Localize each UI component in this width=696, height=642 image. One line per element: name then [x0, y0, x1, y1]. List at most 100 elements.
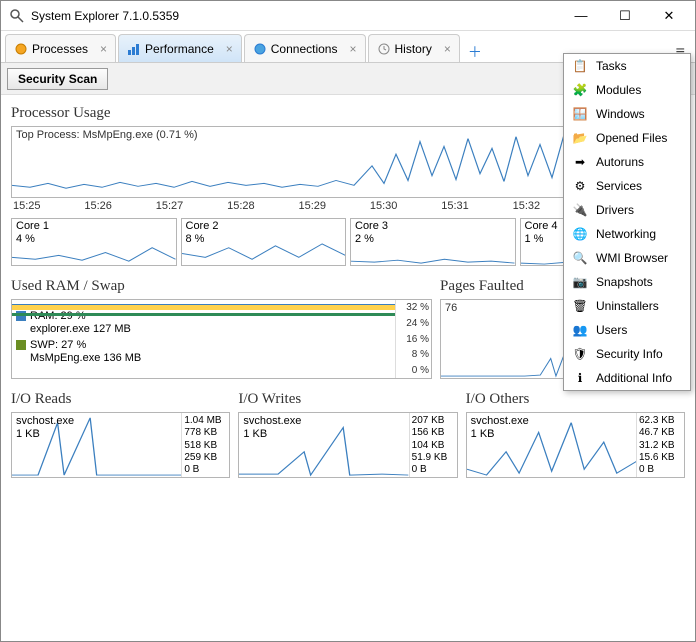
gear-icon — [14, 42, 28, 56]
io-chart: svchost.exe1 KB 62.3 KB46.7 KB31.2 KB15.6… — [466, 412, 685, 478]
x-tick: 15:31 — [441, 200, 469, 212]
menu-item-uninstallers[interactable]: 🗑 Uninstallers — [564, 294, 690, 318]
menu-label: Snapshots — [596, 275, 653, 289]
tab-close-icon[interactable]: × — [226, 42, 233, 56]
menu-label: Networking — [596, 227, 656, 241]
pages-current: 76 — [445, 302, 457, 314]
menu-label: WMI Browser — [596, 251, 668, 265]
menu-icon: 📷 — [572, 274, 588, 290]
io-others-block: I/O Otherssvchost.exe1 KB62.3 KB46.7 KB3… — [466, 387, 685, 478]
io-reads-block: I/O Reads svchost.exe1 KB 1.04 MB778 KB518… — [11, 387, 230, 478]
tab-close-icon[interactable]: × — [444, 42, 451, 56]
menu-icon: 📂 — [572, 130, 588, 146]
core-name: Core 4 — [525, 220, 558, 232]
menu-item-autoruns[interactable]: ➡ Autoruns — [564, 150, 690, 174]
security-scan-button[interactable]: Security Scan — [7, 68, 108, 90]
menu-item-users[interactable]: 👥Users — [564, 318, 690, 342]
clock-icon — [377, 42, 391, 56]
menu-label: Windows — [596, 107, 645, 121]
core-value: 8 % — [186, 233, 205, 245]
io-title: I/O Reads — [11, 391, 230, 408]
menu-label: Additional Info — [596, 371, 672, 385]
add-tab-button[interactable]: ＋ — [462, 42, 488, 62]
core-chart: Core 14 % — [11, 218, 177, 266]
titlebar: System Explorer 7.1.0.5359 — ☐ ✕ — [1, 1, 695, 31]
menu-icon: 🧩 — [572, 82, 588, 98]
window-title: System Explorer 7.1.0.5359 — [31, 9, 559, 23]
tab-history[interactable]: History × — [368, 34, 460, 62]
menu-item-additional-info[interactable]: ℹ Additional Info — [564, 366, 690, 390]
menu-label: Modules — [596, 83, 641, 97]
core-value: 1 % — [525, 233, 544, 245]
x-tick: 15:30 — [370, 200, 398, 212]
ram-top-process: explorer.exe 127 MB — [30, 323, 391, 335]
x-tick: 15:27 — [156, 200, 184, 212]
menu-icon: ℹ — [572, 370, 588, 386]
top-process-label: Top Process: MsMpEng.exe (0.71 %) — [16, 129, 198, 141]
menu-icon: 🔍 — [572, 250, 588, 266]
io-scale: 1.04 MB778 KB518 KB259 KB0 B — [181, 413, 229, 477]
menu-icon: 🛡 — [572, 346, 588, 362]
menu-label: Uninstallers — [596, 299, 659, 313]
ram-block: Used RAM / Swap RAM: 29 % explorer.exe 1… — [11, 274, 432, 379]
menu-item-opened-files[interactable]: 📂 Opened Files — [564, 126, 690, 150]
x-tick: 15:28 — [227, 200, 255, 212]
menu-item-security-info[interactable]: 🛡Security Info — [564, 342, 690, 366]
menu-item-tasks[interactable]: 📋 Tasks — [564, 54, 690, 78]
tab-performance[interactable]: Performance × — [118, 34, 242, 62]
chart-icon — [127, 42, 141, 56]
app-icon — [9, 8, 25, 24]
maximize-button[interactable]: ☐ — [603, 2, 647, 30]
menu-icon: 👥 — [572, 322, 588, 338]
core-value: 4 % — [16, 233, 35, 245]
menu-label: Opened Files — [596, 131, 667, 145]
menu-item-services[interactable]: ⚙Services — [564, 174, 690, 198]
menu-item-drivers[interactable]: 🔌 Drivers — [564, 198, 690, 222]
menu-icon: 🔌 — [572, 202, 588, 218]
io-chart: svchost.exe1 KB207 KB156 KB104 KB51.9 KB… — [238, 412, 457, 478]
x-tick: 15:29 — [299, 200, 327, 212]
swap-label: SWP: 27 % — [30, 339, 86, 351]
menu-item-networking[interactable]: 🌐Networking — [564, 222, 690, 246]
ram-chart: RAM: 29 % explorer.exe 127 MB SWP: 27 % … — [11, 299, 432, 379]
ram-label: RAM: 29 % — [30, 310, 86, 322]
menu-item-wmi-browser[interactable]: 🔍 WMI Browser — [564, 246, 690, 270]
menu-icon: ➡ — [572, 154, 588, 170]
swap-bar — [12, 313, 395, 316]
io-value: 1 KB — [471, 428, 495, 440]
close-button[interactable]: ✕ — [647, 2, 691, 30]
menu-item-snapshots[interactable]: 📷 Snapshots — [564, 270, 690, 294]
swap-top-process: MsMpEng.exe 136 MB — [30, 352, 391, 364]
io-value: 1 KB — [16, 428, 40, 440]
menu-label: Drivers — [596, 203, 634, 217]
tab-processes[interactable]: Processes × — [5, 34, 116, 62]
io-scale: 62.3 KB46.7 KB31.2 KB15.6 KB0 B — [636, 413, 684, 477]
tab-label: Connections — [271, 42, 338, 56]
menu-item-modules[interactable]: 🧩 Modules — [564, 78, 690, 102]
io-process: svchost.exe — [243, 415, 301, 427]
menu-icon: ⚙ — [572, 178, 588, 194]
menu-icon: 🗑 — [572, 298, 588, 314]
tab-label: Performance — [145, 42, 214, 56]
ram-title: Used RAM / Swap — [11, 278, 432, 295]
core-chart: Core 28 % — [181, 218, 347, 266]
globe-icon — [253, 42, 267, 56]
ram-scale: 32 %24 %16 %8 %0 % — [395, 300, 431, 378]
swap-swatch — [16, 340, 26, 350]
minimize-button[interactable]: — — [559, 2, 603, 30]
menu-label: Autoruns — [596, 155, 644, 169]
tab-close-icon[interactable]: × — [100, 42, 107, 56]
tabs-dropdown-menu: 📋 Tasks 🧩 Modules 🪟Windows 📂 Opened Files ➡ Auto… — [563, 53, 691, 391]
ram-bar — [12, 304, 395, 310]
tab-close-icon[interactable]: × — [349, 42, 356, 56]
menu-label: Tasks — [596, 59, 627, 73]
core-name: Core 3 — [355, 220, 388, 232]
menu-icon: 📋 — [572, 58, 588, 74]
tab-connections[interactable]: Connections × — [244, 34, 366, 62]
io-process: svchost.exe — [471, 415, 529, 427]
io-scale: 207 KB156 KB104 KB51.9 KB0 B — [409, 413, 457, 477]
io-process: svchost.exe — [16, 415, 74, 427]
menu-item-windows[interactable]: 🪟Windows — [564, 102, 690, 126]
x-tick: 15:25 — [13, 200, 41, 212]
io-title: I/O Writes — [238, 391, 457, 408]
